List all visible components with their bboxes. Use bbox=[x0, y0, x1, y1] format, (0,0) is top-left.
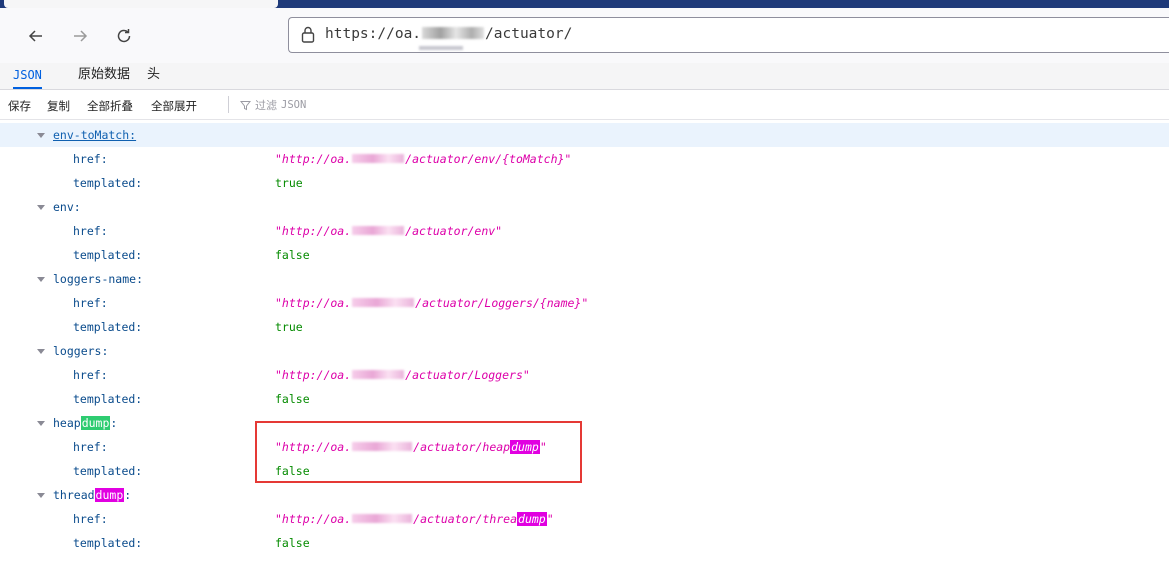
expand-triangle-icon[interactable] bbox=[37, 205, 45, 210]
tree-row[interactable]: templated: true bbox=[0, 315, 1169, 339]
redacted-host bbox=[352, 154, 405, 163]
expand-triangle-icon[interactable] bbox=[37, 133, 45, 138]
tree-row-threaddump[interactable]: threaddump: bbox=[0, 483, 1169, 507]
redacted-host bbox=[352, 514, 413, 523]
collapse-all-button[interactable]: 全部折叠 bbox=[87, 98, 133, 114]
tree-row[interactable]: templated: false bbox=[0, 459, 1169, 483]
json-key: env-toMatch: bbox=[53, 128, 137, 142]
json-viewer-tabs: JSON 原始数据 头 bbox=[0, 63, 1169, 90]
arrow-left-icon bbox=[28, 30, 42, 42]
tree-row[interactable]: href: "http://oa./actuator/heapdump" bbox=[0, 435, 1169, 459]
expand-triangle-icon[interactable] bbox=[37, 421, 45, 426]
json-key: templated: bbox=[73, 248, 143, 262]
json-key: templated: bbox=[73, 536, 143, 550]
json-boolean-value: false bbox=[275, 248, 310, 262]
redacted-host bbox=[352, 298, 415, 307]
filter-json-input[interactable]: 过滤 JSON bbox=[240, 97, 306, 113]
tree-row[interactable]: href: "http://oa./actuator/threadump" bbox=[0, 507, 1169, 531]
json-key: href: bbox=[73, 440, 108, 454]
redacted-host bbox=[352, 370, 405, 379]
tree-row[interactable]: templated: true bbox=[0, 171, 1169, 195]
json-key: href: bbox=[73, 368, 108, 382]
json-key: href: bbox=[73, 296, 108, 310]
lock-icon[interactable] bbox=[301, 26, 315, 47]
json-key: heapdump: bbox=[53, 416, 118, 430]
back-button[interactable] bbox=[22, 22, 50, 50]
json-key: templated: bbox=[73, 464, 143, 478]
browser-toolbar: https://oa./actuator/ bbox=[0, 8, 1169, 64]
expand-triangle-icon[interactable] bbox=[37, 277, 45, 282]
tree-row-env-tomatch[interactable]: env-toMatch: bbox=[0, 123, 1169, 147]
filter-placeholder: 过滤 bbox=[255, 99, 277, 112]
json-actions-bar: 保存 复制 全部折叠 全部展开 过滤 JSON bbox=[0, 90, 1169, 120]
json-boolean-value: false bbox=[275, 536, 310, 550]
url-text: https://oa./actuator/ bbox=[325, 26, 573, 42]
forward-button[interactable] bbox=[66, 22, 94, 50]
json-string-value: "http://oa./actuator/Loggers" bbox=[275, 368, 530, 382]
tree-row[interactable]: href: "http://oa./actuator/Loggers/{name… bbox=[0, 291, 1169, 315]
json-key: templated: bbox=[73, 392, 143, 406]
tree-row-env[interactable]: env: bbox=[0, 195, 1169, 219]
active-browser-tab[interactable] bbox=[4, 0, 278, 8]
redacted-host bbox=[352, 226, 405, 235]
tree-row[interactable]: templated: false bbox=[0, 243, 1169, 267]
tree-row[interactable]: templated: false bbox=[0, 531, 1169, 555]
json-string-value: "http://oa./actuator/env" bbox=[275, 224, 503, 238]
tab-headers[interactable]: 头 bbox=[147, 63, 160, 87]
tree-row[interactable]: templated: false bbox=[0, 387, 1169, 411]
annotation-highlight-box bbox=[255, 421, 582, 483]
redacted-host bbox=[422, 27, 485, 39]
filter-icon bbox=[240, 100, 251, 110]
expand-triangle-icon[interactable] bbox=[37, 349, 45, 354]
address-bar[interactable]: https://oa./actuator/ bbox=[288, 17, 1169, 53]
tree-row-heapdump[interactable]: heapdump: bbox=[0, 411, 1169, 435]
reload-button[interactable] bbox=[110, 22, 138, 50]
json-key: templated: bbox=[73, 176, 143, 190]
copy-button[interactable]: 复制 bbox=[47, 98, 70, 114]
json-string-value: "http://oa./actuator/threadump" bbox=[275, 512, 554, 526]
json-key: loggers-name: bbox=[53, 272, 144, 286]
filter-placeholder-json: JSON bbox=[281, 99, 307, 111]
json-key: threaddump: bbox=[53, 488, 132, 502]
json-key: templated: bbox=[73, 320, 143, 334]
tree-row[interactable]: href: "http://oa./actuator/Loggers" bbox=[0, 363, 1169, 387]
tree-row-loggers-name[interactable]: loggers-name: bbox=[0, 267, 1169, 291]
json-key: href: bbox=[73, 224, 108, 238]
json-key: env: bbox=[53, 200, 81, 214]
tree-row[interactable]: href: "http://oa./actuator/env/{toMatch}… bbox=[0, 147, 1169, 171]
toolbar-divider bbox=[228, 96, 229, 113]
search-match-highlight: dump bbox=[517, 512, 547, 526]
arrow-right-icon bbox=[74, 30, 88, 42]
json-key: loggers: bbox=[53, 344, 109, 358]
json-boolean-value: true bbox=[275, 320, 303, 334]
search-match-highlight: dump bbox=[94, 488, 125, 502]
json-key: href: bbox=[73, 512, 108, 526]
expand-triangle-icon[interactable] bbox=[37, 493, 45, 498]
reload-icon bbox=[117, 29, 131, 43]
tree-row[interactable]: href: "http://oa./actuator/env" bbox=[0, 219, 1169, 243]
save-button[interactable]: 保存 bbox=[8, 98, 31, 114]
search-match-highlight: dump bbox=[80, 416, 111, 430]
json-boolean-value: false bbox=[275, 392, 310, 406]
expand-all-button[interactable]: 全部展开 bbox=[151, 98, 197, 114]
json-string-value: "http://oa./actuator/Loggers/{name}" bbox=[275, 296, 589, 310]
redaction-mark bbox=[419, 46, 463, 50]
json-string-value: "http://oa./actuator/env/{toMatch}" bbox=[275, 152, 572, 166]
json-boolean-value: true bbox=[275, 176, 303, 190]
json-key: href: bbox=[73, 152, 108, 166]
tree-row-loggers[interactable]: loggers: bbox=[0, 339, 1169, 363]
tab-json[interactable]: JSON bbox=[13, 63, 42, 89]
tab-raw-data[interactable]: 原始数据 bbox=[78, 63, 130, 87]
